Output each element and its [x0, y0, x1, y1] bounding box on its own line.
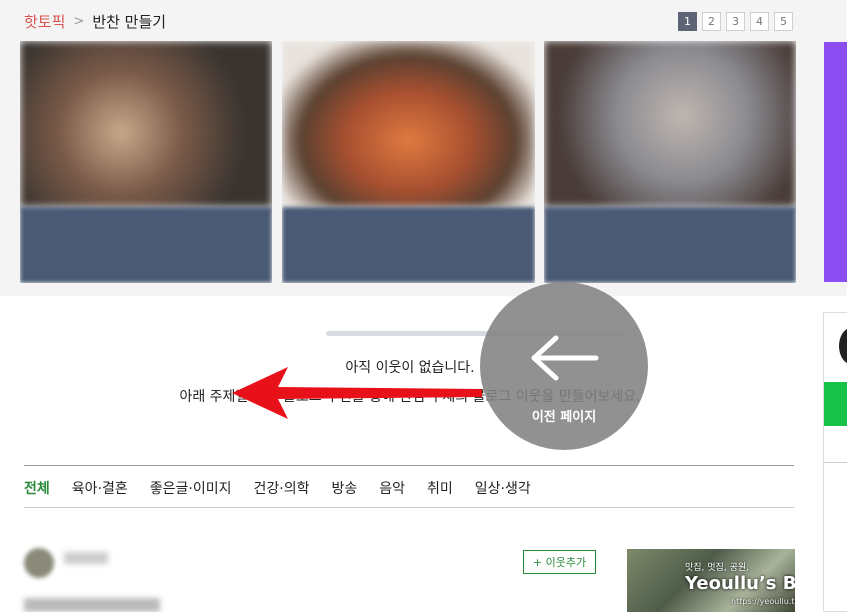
card-caption: [20, 207, 272, 283]
hot-topic-section: 핫토픽 > 반찬 만들기 1 2 3 4 5: [0, 0, 847, 296]
arrow-left-icon: [531, 335, 599, 381]
add-neighbor-button[interactable]: + 이웃추가: [523, 550, 596, 574]
chevron-right-icon: >: [73, 14, 85, 29]
tab-broadcast[interactable]: 방송: [331, 478, 357, 498]
page-2-button[interactable]: 2: [702, 12, 721, 31]
card-photo: [282, 41, 535, 207]
red-arrow-annotation: [232, 367, 482, 419]
watermark-title: Yeoullu’s Blog: [685, 573, 795, 594]
card-caption: [282, 207, 535, 283]
divider: [24, 507, 794, 508]
topic-card-2[interactable]: [282, 41, 535, 283]
card-caption: [544, 207, 796, 283]
tab-parenting[interactable]: 육아·결혼: [72, 478, 128, 498]
post-thumbnail[interactable]: 맛집, 멋집, 공원, Yeoullu’s Blog https://yeoul…: [627, 549, 795, 612]
card-photo: [544, 41, 796, 207]
avatar[interactable]: [24, 548, 54, 578]
tab-health[interactable]: 건강·의학: [253, 478, 309, 498]
tab-all[interactable]: 전체: [24, 478, 50, 498]
breadcrumb: 핫토픽 > 반찬 만들기: [24, 11, 166, 32]
page-1-button[interactable]: 1: [678, 12, 697, 31]
topic-card-1[interactable]: [20, 41, 272, 283]
tab-music[interactable]: 음악: [379, 478, 405, 498]
topic-cards: [20, 41, 796, 283]
breadcrumb-current: 반찬 만들기: [92, 13, 167, 31]
topic-card-3[interactable]: [544, 41, 796, 283]
watermark-url: https://yeoullu.tistory.com: [731, 597, 795, 606]
page-3-button[interactable]: 3: [726, 12, 745, 31]
tab-quotes-images[interactable]: 좋은글·이미지: [150, 478, 232, 498]
blog-name-blurred: [64, 552, 108, 564]
breadcrumb-hot-topic[interactable]: 핫토픽: [24, 11, 65, 32]
back-button[interactable]: 이전 페이지: [480, 282, 648, 450]
topic-tabs: 전체 육아·결혼 좋은글·이미지 건강·의학 방송 음악 취미 일상·생각: [24, 478, 531, 498]
page-5-button[interactable]: 5: [774, 12, 793, 31]
back-button-label: 이전 페이지: [531, 410, 597, 425]
tab-daily-thoughts[interactable]: 일상·생각: [475, 478, 531, 498]
page-4-button[interactable]: 4: [750, 12, 769, 31]
side-action-button[interactable]: [824, 382, 847, 426]
divider: [824, 462, 847, 463]
watermark-small: 맛집, 멋집, 공원,: [685, 563, 749, 573]
divider: [24, 465, 794, 466]
side-banner[interactable]: [824, 42, 847, 282]
post-title-blurred: [24, 598, 160, 612]
pager: 1 2 3 4 5: [678, 12, 793, 31]
card-photo: [20, 41, 272, 207]
tab-hobby[interactable]: 취미: [427, 478, 453, 498]
